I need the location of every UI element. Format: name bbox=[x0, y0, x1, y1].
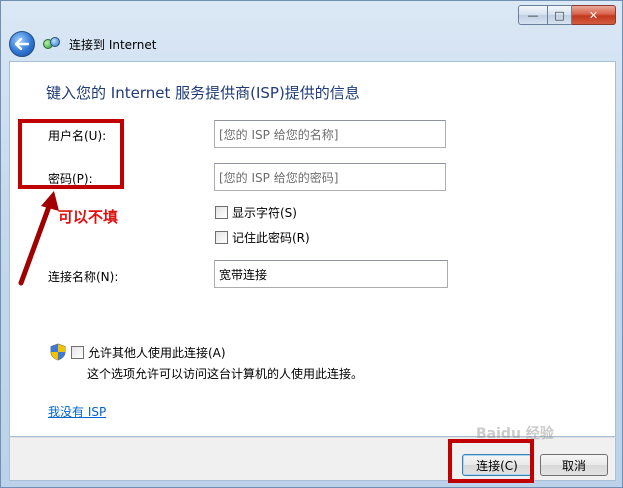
wizard-content: 键入您的 Internet 服务提供商(ISP)提供的信息 用户名(U): [您… bbox=[9, 61, 616, 437]
minimize-icon: — bbox=[527, 8, 539, 22]
connection-name-input[interactable]: 宽带连接 bbox=[214, 260, 448, 288]
no-isp-link[interactable]: 我没有 ISP bbox=[48, 403, 106, 420]
annotation-text: 可以不填 bbox=[58, 208, 119, 226]
show-chars-checkbox[interactable] bbox=[215, 206, 228, 219]
title-bar-controls: — □ ✕ bbox=[518, 5, 616, 25]
page-title: 键入您的 Internet 服务提供商(ISP)提供的信息 bbox=[46, 84, 360, 102]
allow-others-option[interactable]: 允许其他人使用此连接(A) bbox=[50, 343, 226, 361]
remember-password-label: 记住此密码(R) bbox=[232, 231, 310, 245]
password-input[interactable]: [您的 ISP 给您的密码] bbox=[214, 163, 446, 191]
username-input[interactable]: [您的 ISP 给您的名称] bbox=[214, 120, 446, 148]
network-icon bbox=[43, 36, 61, 52]
back-arrow-icon bbox=[15, 38, 29, 50]
annotation-box-connect bbox=[448, 439, 534, 483]
maximize-icon: □ bbox=[554, 8, 565, 22]
close-button[interactable]: ✕ bbox=[572, 5, 616, 25]
window-title: 连接到 Internet bbox=[69, 37, 157, 52]
allow-others-description: 这个选项允许可以访问这台计算机的人使用此连接。 bbox=[87, 367, 364, 381]
window-frame: — □ ✕ 连接到 Internet 键入您的 Internet 服务提供商(I… bbox=[0, 0, 623, 488]
remember-password-checkbox[interactable] bbox=[215, 231, 228, 244]
cancel-button[interactable]: 取消 bbox=[540, 454, 608, 476]
remember-password-option[interactable]: 记住此密码(R) bbox=[215, 229, 310, 246]
nav-bar: 连接到 Internet bbox=[9, 29, 614, 59]
connection-name-label: 连接名称(N): bbox=[48, 270, 119, 284]
annotation-box-credentials bbox=[18, 119, 124, 189]
maximize-button[interactable]: □ bbox=[548, 5, 572, 25]
watermark: Baidu 经验 bbox=[476, 426, 554, 442]
show-chars-label: 显示字符(S) bbox=[232, 206, 297, 220]
back-button[interactable] bbox=[9, 31, 35, 57]
minimize-button[interactable]: — bbox=[518, 5, 548, 25]
close-icon: ✕ bbox=[588, 8, 599, 22]
allow-others-label: 允许其他人使用此连接(A) bbox=[88, 345, 226, 360]
uac-shield-icon bbox=[50, 343, 66, 361]
show-chars-option[interactable]: 显示字符(S) bbox=[215, 204, 297, 221]
allow-others-checkbox[interactable] bbox=[71, 345, 84, 359]
